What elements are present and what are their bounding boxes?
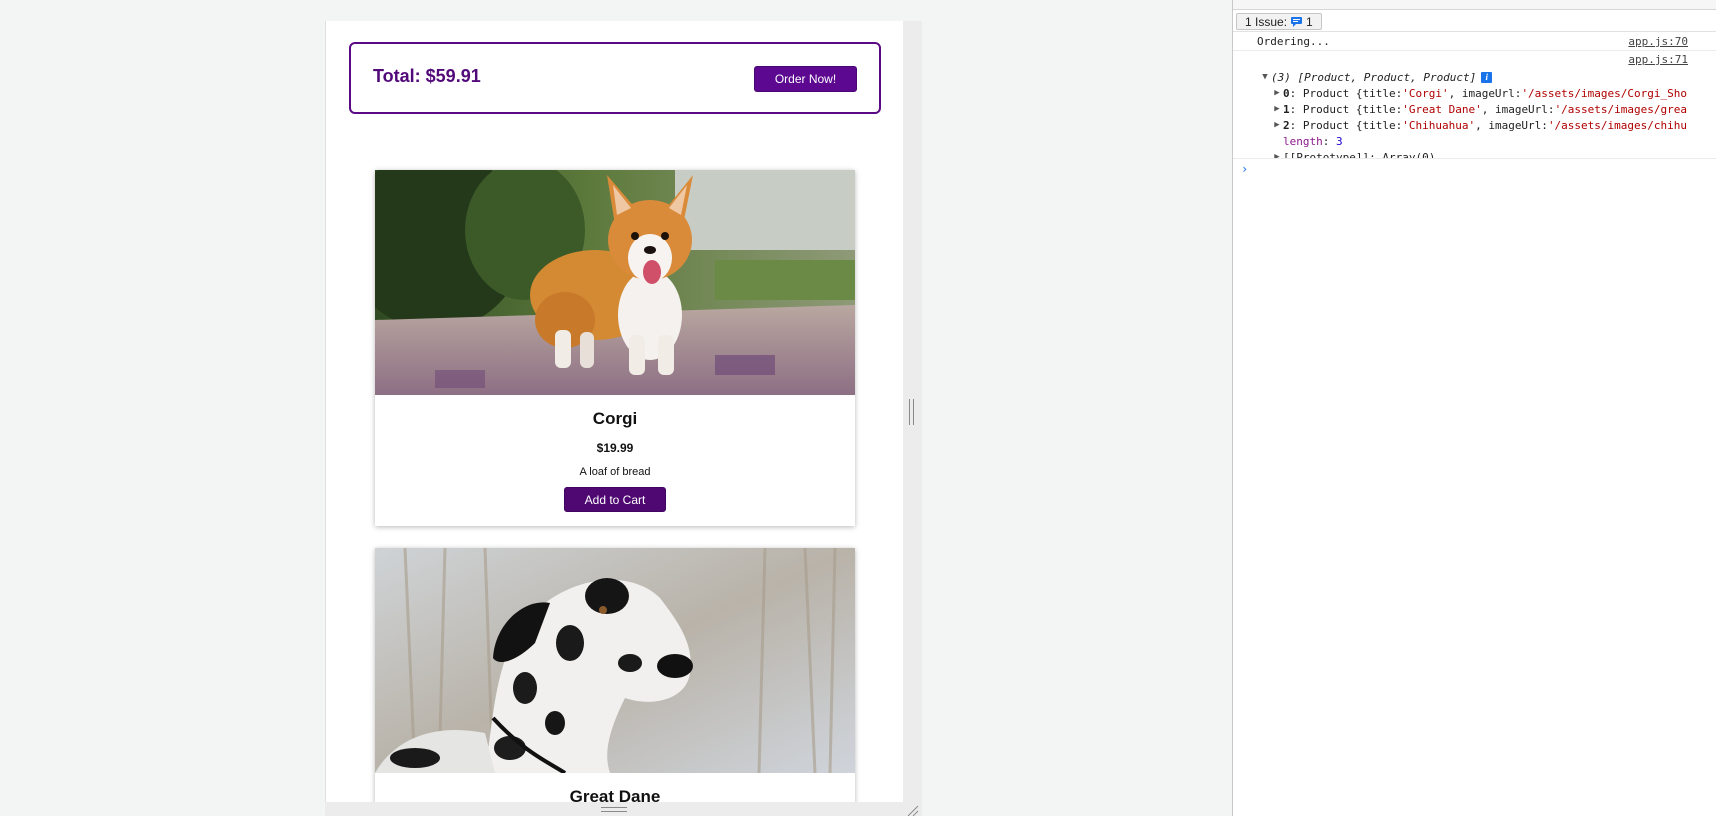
product-price: $19.99 bbox=[596, 441, 634, 455]
issues-label: 1 Issue: bbox=[1245, 14, 1288, 29]
device-viewport-frame: Total: $59.91 Order Now! Corgi $19.99 A … bbox=[325, 21, 922, 816]
issue-chat-icon bbox=[1291, 16, 1303, 27]
array-summary[interactable]: ▼ (3) [Product, Product, Product] i bbox=[1233, 69, 1716, 85]
array-length: length: 3 bbox=[1283, 134, 1343, 148]
source-link[interactable]: app.js:70 bbox=[1628, 35, 1688, 48]
product-card: Great Dane bbox=[375, 548, 855, 802]
device-screen: Total: $59.91 Order Now! Corgi $19.99 A … bbox=[325, 21, 903, 802]
resize-handle-icon[interactable] bbox=[909, 399, 914, 425]
expand-triangle-icon: ▶ bbox=[1274, 104, 1280, 114]
product-description: A loaf of bread bbox=[579, 466, 651, 478]
resize-handle-icon[interactable] bbox=[601, 807, 627, 812]
product-card: Corgi $19.99 A loaf of bread Add to Cart bbox=[375, 170, 855, 526]
resize-handle-icon[interactable] bbox=[907, 805, 919, 816]
console-prompt-icon: › bbox=[1241, 162, 1249, 176]
devtools-panel: 1 Issue: 1 Ordering... app.js:70 app.js:… bbox=[1232, 0, 1716, 816]
product-title: Great Dane bbox=[569, 787, 661, 802]
issues-count: 1 bbox=[1306, 14, 1313, 29]
cart-summary: Total: $59.91 Order Now! bbox=[349, 42, 881, 114]
add-to-cart-button[interactable]: Add to Cart bbox=[564, 487, 666, 512]
expand-triangle-icon: ▶ bbox=[1274, 88, 1280, 98]
cart-total: Total: $59.91 bbox=[373, 66, 481, 86]
expand-triangle-icon: ▶ bbox=[1274, 120, 1280, 130]
product-title: Corgi bbox=[592, 409, 638, 428]
issues-button[interactable]: 1 Issue: 1 bbox=[1236, 13, 1322, 30]
info-icon[interactable]: i bbox=[1481, 71, 1493, 83]
array-entry[interactable]: ▶ 0: Product {title: 'Corgi' , imageUrl:… bbox=[1233, 85, 1716, 101]
order-now-button[interactable]: Order Now! bbox=[754, 66, 857, 92]
console-input[interactable]: › bbox=[1233, 159, 1716, 179]
console-log-ordering: Ordering... app.js:70 bbox=[1233, 32, 1716, 51]
collapse-triangle-icon: ▼ bbox=[1262, 72, 1268, 82]
array-entry[interactable]: ▶ 1: Product {title: 'Great Dane' , imag… bbox=[1233, 101, 1716, 117]
array-entry[interactable]: ▶ 2: Product {title: 'Chihuahua' , image… bbox=[1233, 117, 1716, 133]
console-log-products: app.js:71 ▼ (3) [Product, Product, Produ… bbox=[1233, 51, 1716, 159]
array-prototype[interactable]: ▶ [[Prototype]] : Array(0) bbox=[1233, 149, 1716, 159]
expand-triangle-icon: ▶ bbox=[1274, 152, 1280, 159]
issues-bar: 1 Issue: 1 bbox=[1233, 10, 1716, 32]
product-image-great-dane bbox=[375, 548, 855, 773]
devtools-toolbar bbox=[1233, 0, 1716, 10]
source-link[interactable]: app.js:71 bbox=[1628, 53, 1688, 66]
array-header: (3) [Product, Product, Product] bbox=[1271, 70, 1477, 84]
log-message: Ordering... bbox=[1257, 34, 1330, 48]
product-image-corgi bbox=[375, 170, 855, 395]
